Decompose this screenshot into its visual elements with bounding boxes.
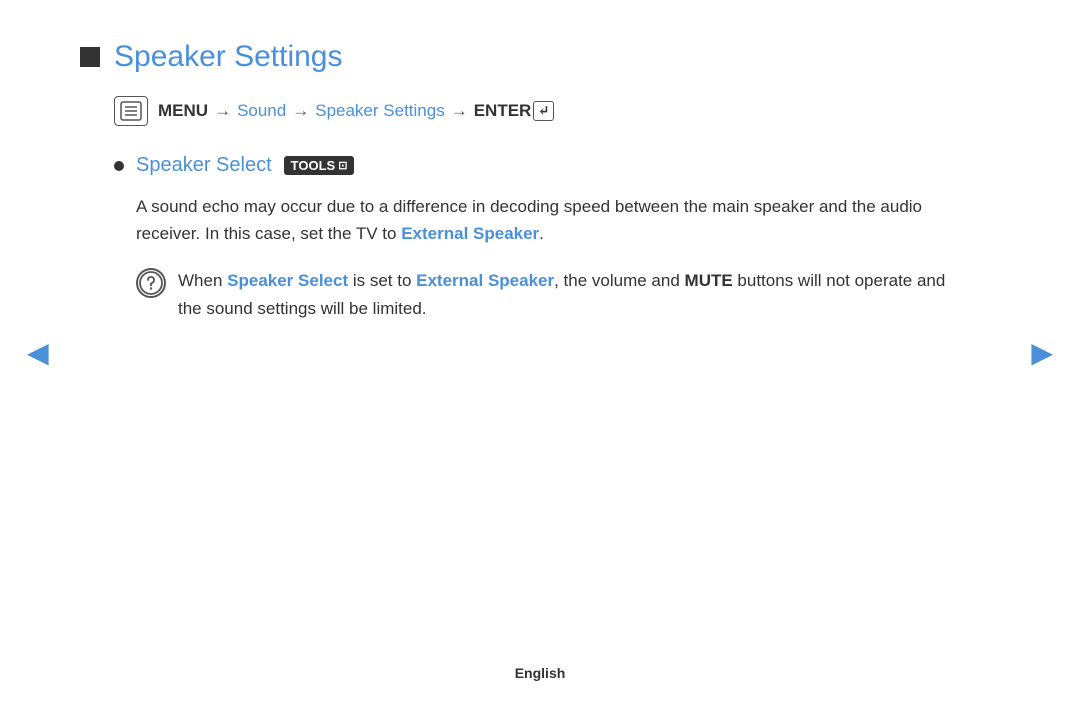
external-speaker-link: External Speaker xyxy=(401,224,539,243)
speaker-select-row: Speaker Select TOOLS ⊡ xyxy=(114,154,1000,177)
note-text: When Speaker Select is set to External S… xyxy=(178,267,956,321)
breadcrumb: MENU → Sound → Speaker Settings → ENTER … xyxy=(114,96,1000,126)
title-square-icon xyxy=(80,47,100,67)
note-part3: , the volume and xyxy=(554,271,684,290)
note-part2: is set to xyxy=(348,271,416,290)
arrow-1: → xyxy=(214,101,231,121)
note-speaker-select-link: Speaker Select xyxy=(227,271,348,290)
page-container: Speaker Settings MENU → Sound → Speaker … xyxy=(0,0,1080,705)
bullet-dot-icon xyxy=(114,161,124,171)
note-part1: When xyxy=(178,271,227,290)
mute-label: MUTE xyxy=(685,271,733,290)
page-title: Speaker Settings xyxy=(114,40,342,74)
speaker-settings-link: Speaker Settings xyxy=(315,101,444,121)
sound-link: Sound xyxy=(237,101,286,121)
tools-badge-icon: ⊡ xyxy=(338,159,347,172)
tools-badge-label: TOOLS xyxy=(291,158,336,173)
description-text: A sound echo may occur due to a differen… xyxy=(136,193,956,247)
desc-part2: . xyxy=(539,224,544,243)
enter-label: ENTER ↵ xyxy=(474,101,555,121)
tools-badge: TOOLS ⊡ xyxy=(284,156,355,175)
note-row: When Speaker Select is set to External S… xyxy=(136,267,956,321)
title-row: Speaker Settings xyxy=(80,40,1000,74)
note-icon xyxy=(136,268,166,298)
speaker-select-label: Speaker Select xyxy=(136,154,272,177)
nav-arrow-right[interactable]: ► xyxy=(1024,332,1060,374)
arrow-3: → xyxy=(451,101,468,121)
footer-language: English xyxy=(515,665,566,681)
nav-arrow-left[interactable]: ◄ xyxy=(20,332,56,374)
note-external-speaker-link: External Speaker xyxy=(416,271,554,290)
menu-label: MENU xyxy=(158,101,208,121)
content-section: Speaker Select TOOLS ⊡ A sound echo may … xyxy=(114,154,1000,322)
enter-icon-box: ↵ xyxy=(533,101,554,121)
menu-icon xyxy=(114,96,148,126)
arrow-2: → xyxy=(292,101,309,121)
